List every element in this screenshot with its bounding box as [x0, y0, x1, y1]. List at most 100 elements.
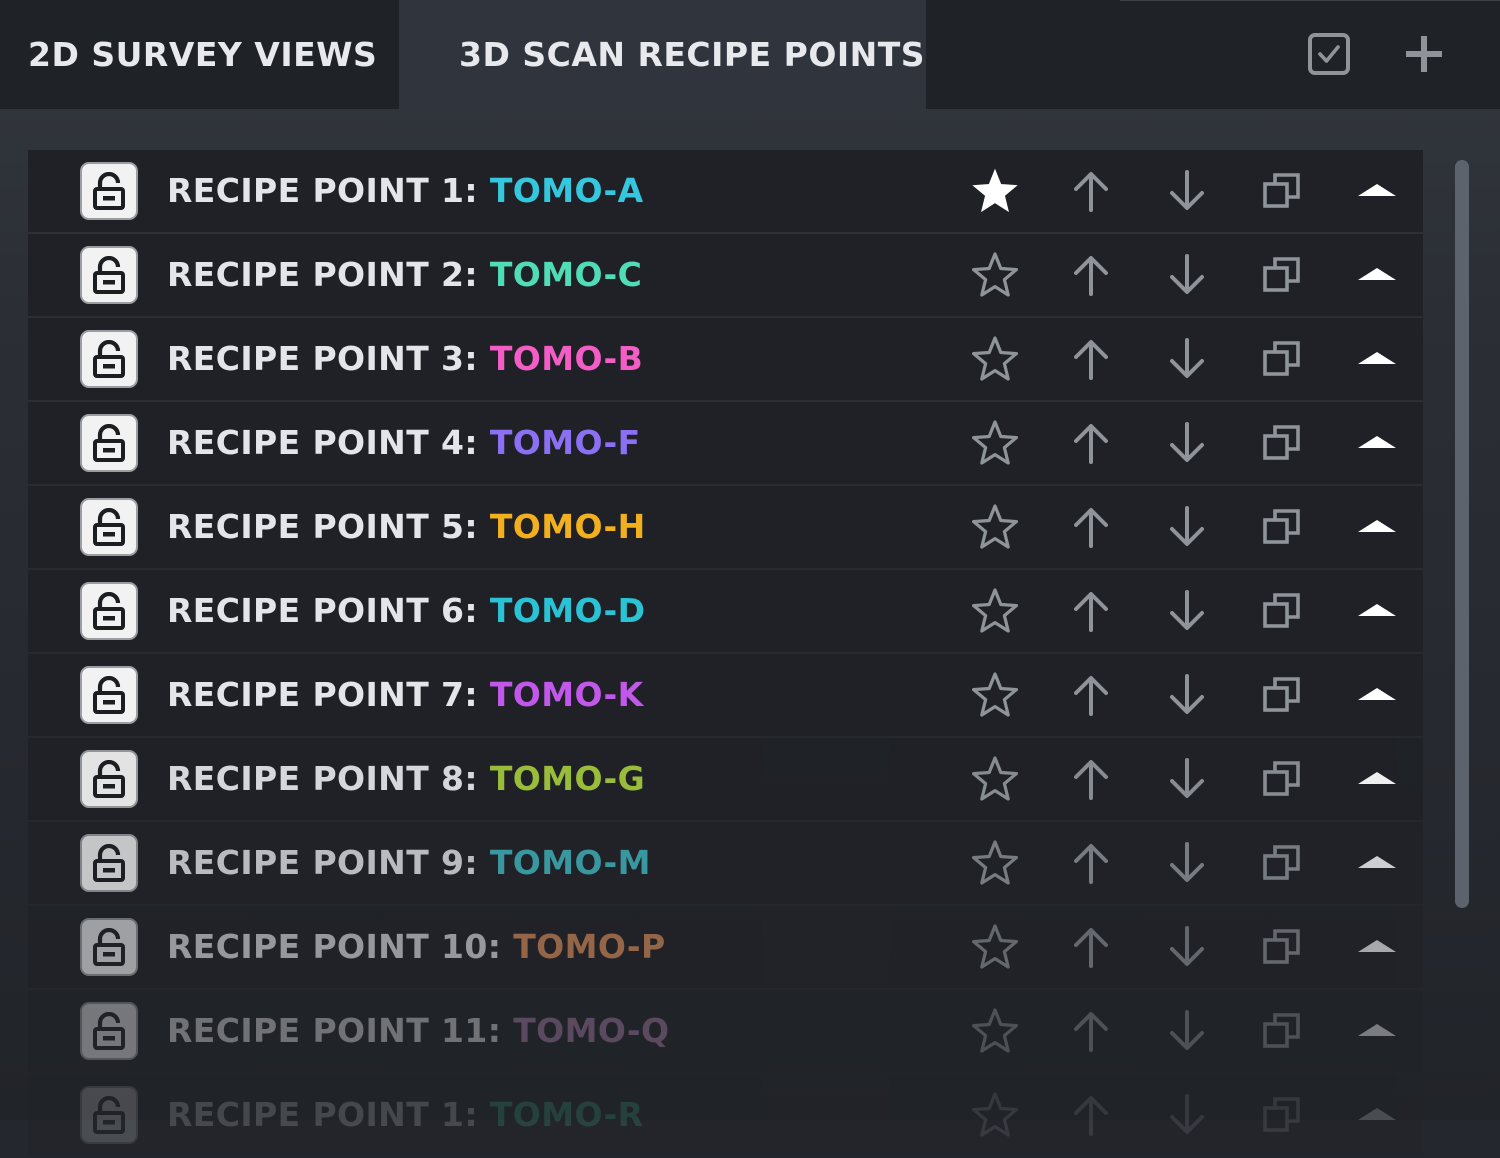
favorite-star-button[interactable]	[971, 335, 1019, 383]
move-down-button[interactable]	[1163, 251, 1211, 299]
favorite-star-button[interactable]	[971, 587, 1019, 635]
favorite-star-button[interactable]	[971, 839, 1019, 887]
duplicate-button[interactable]	[1258, 839, 1306, 887]
recipe-point-row[interactable]: RECIPE POINT 2: TOMO-C	[28, 234, 1423, 316]
recipe-point-row[interactable]: RECIPE POINT 3: TOMO-B	[28, 318, 1423, 400]
lock-toggle-button[interactable]	[80, 1086, 138, 1144]
duplicate-button[interactable]	[1258, 671, 1306, 719]
collapse-button[interactable]	[1353, 1091, 1401, 1139]
scrollbar-thumb[interactable]	[1455, 160, 1469, 908]
move-up-button[interactable]	[1067, 251, 1115, 299]
duplicate-icon	[1263, 845, 1300, 880]
lock-toggle-button[interactable]	[80, 330, 138, 388]
lock-toggle-button[interactable]	[80, 414, 138, 472]
move-down-button[interactable]	[1163, 671, 1211, 719]
recipe-point-row[interactable]: RECIPE POINT 1: TOMO-A	[28, 150, 1423, 232]
favorite-star-button[interactable]	[971, 167, 1019, 215]
favorite-star-button[interactable]	[971, 755, 1019, 803]
move-down-button[interactable]	[1163, 419, 1211, 467]
lock-toggle-button[interactable]	[80, 1002, 138, 1060]
lock-toggle-button[interactable]	[80, 834, 138, 892]
collapse-button[interactable]	[1353, 335, 1401, 383]
collapse-caret-up-icon	[1358, 1108, 1396, 1120]
move-down-button[interactable]	[1163, 1007, 1211, 1055]
recipe-point-row[interactable]: RECIPE POINT 5: TOMO-H	[28, 486, 1423, 568]
duplicate-button[interactable]	[1258, 419, 1306, 467]
favorite-star-button[interactable]	[971, 923, 1019, 971]
move-down-button[interactable]	[1163, 755, 1211, 803]
move-up-button[interactable]	[1067, 503, 1115, 551]
arrow-up-icon	[1074, 844, 1108, 884]
collapse-button[interactable]	[1353, 839, 1401, 887]
lock-toggle-button[interactable]	[80, 582, 138, 640]
recipe-point-row[interactable]: RECIPE POINT 6: TOMO-D	[28, 570, 1423, 652]
recipe-point-prefix: RECIPE POINT 1:	[167, 171, 478, 210]
duplicate-button[interactable]	[1258, 1091, 1306, 1139]
duplicate-button[interactable]	[1258, 335, 1306, 383]
duplicate-button[interactable]	[1258, 167, 1306, 215]
move-up-button[interactable]	[1067, 419, 1115, 467]
move-up-button[interactable]	[1067, 1091, 1115, 1139]
recipe-point-label: RECIPE POINT 10: TOMO-P	[167, 906, 666, 988]
move-up-button[interactable]	[1067, 587, 1115, 635]
move-down-button[interactable]	[1163, 167, 1211, 215]
move-down-button[interactable]	[1163, 587, 1211, 635]
move-down-button[interactable]	[1163, 335, 1211, 383]
lock-toggle-button[interactable]	[80, 666, 138, 724]
recipe-point-row[interactable]: RECIPE POINT 1: TOMO-R	[28, 1074, 1423, 1156]
collapse-button[interactable]	[1353, 167, 1401, 215]
recipe-point-row[interactable]: RECIPE POINT 11: TOMO-Q	[28, 990, 1423, 1072]
favorite-star-button[interactable]	[971, 1007, 1019, 1055]
recipe-point-row[interactable]: RECIPE POINT 8: TOMO-G	[28, 738, 1423, 820]
move-up-button[interactable]	[1067, 1007, 1115, 1055]
collapse-button[interactable]	[1353, 671, 1401, 719]
recipe-point-label: RECIPE POINT 1: TOMO-R	[167, 1074, 643, 1156]
move-up-button[interactable]	[1067, 671, 1115, 719]
collapse-caret-up-icon	[1358, 856, 1396, 868]
move-down-button[interactable]	[1163, 839, 1211, 887]
favorite-star-button[interactable]	[971, 1091, 1019, 1139]
duplicate-button[interactable]	[1258, 1007, 1306, 1055]
lock-toggle-button[interactable]	[80, 498, 138, 556]
recipe-point-row[interactable]: RECIPE POINT 10: TOMO-P	[28, 906, 1423, 988]
duplicate-icon	[1263, 1097, 1300, 1132]
move-up-button[interactable]	[1067, 755, 1115, 803]
favorite-star-button[interactable]	[971, 671, 1019, 719]
move-down-button[interactable]	[1163, 503, 1211, 551]
duplicate-button[interactable]	[1258, 755, 1306, 803]
recipe-point-row[interactable]: RECIPE POINT 9: TOMO-M	[28, 822, 1423, 904]
collapse-button[interactable]	[1353, 503, 1401, 551]
move-up-button[interactable]	[1067, 839, 1115, 887]
star-outline-icon	[971, 504, 1019, 549]
duplicate-button[interactable]	[1258, 587, 1306, 635]
collapse-button[interactable]	[1353, 923, 1401, 971]
favorite-star-button[interactable]	[971, 503, 1019, 551]
move-up-button[interactable]	[1067, 335, 1115, 383]
lock-toggle-button[interactable]	[80, 162, 138, 220]
collapse-button[interactable]	[1353, 587, 1401, 635]
add-recipe-point-button[interactable]	[1400, 30, 1448, 78]
duplicate-button[interactable]	[1258, 251, 1306, 299]
favorite-star-button[interactable]	[971, 419, 1019, 467]
lock-toggle-button[interactable]	[80, 246, 138, 304]
star-filled-icon	[972, 168, 1018, 213]
move-up-button[interactable]	[1067, 167, 1115, 215]
recipe-point-row[interactable]: RECIPE POINT 4: TOMO-F	[28, 402, 1423, 484]
select-all-button[interactable]	[1305, 30, 1353, 78]
recipe-point-label: RECIPE POINT 7: TOMO-K	[167, 654, 644, 736]
duplicate-button[interactable]	[1258, 503, 1306, 551]
tab-3d-scan-recipe-points[interactable]: 3D SCAN RECIPE POINTS	[399, 0, 926, 109]
move-up-button[interactable]	[1067, 923, 1115, 971]
recipe-point-row[interactable]: RECIPE POINT 7: TOMO-K	[28, 654, 1423, 736]
move-down-button[interactable]	[1163, 923, 1211, 971]
collapse-button[interactable]	[1353, 1007, 1401, 1055]
lock-toggle-button[interactable]	[80, 750, 138, 808]
move-down-button[interactable]	[1163, 1091, 1211, 1139]
collapse-button[interactable]	[1353, 755, 1401, 803]
tab-2d-survey-views[interactable]: 2D SURVEY VIEWS	[0, 0, 398, 109]
collapse-button[interactable]	[1353, 251, 1401, 299]
lock-toggle-button[interactable]	[80, 918, 138, 976]
collapse-button[interactable]	[1353, 419, 1401, 467]
favorite-star-button[interactable]	[971, 251, 1019, 299]
duplicate-button[interactable]	[1258, 923, 1306, 971]
